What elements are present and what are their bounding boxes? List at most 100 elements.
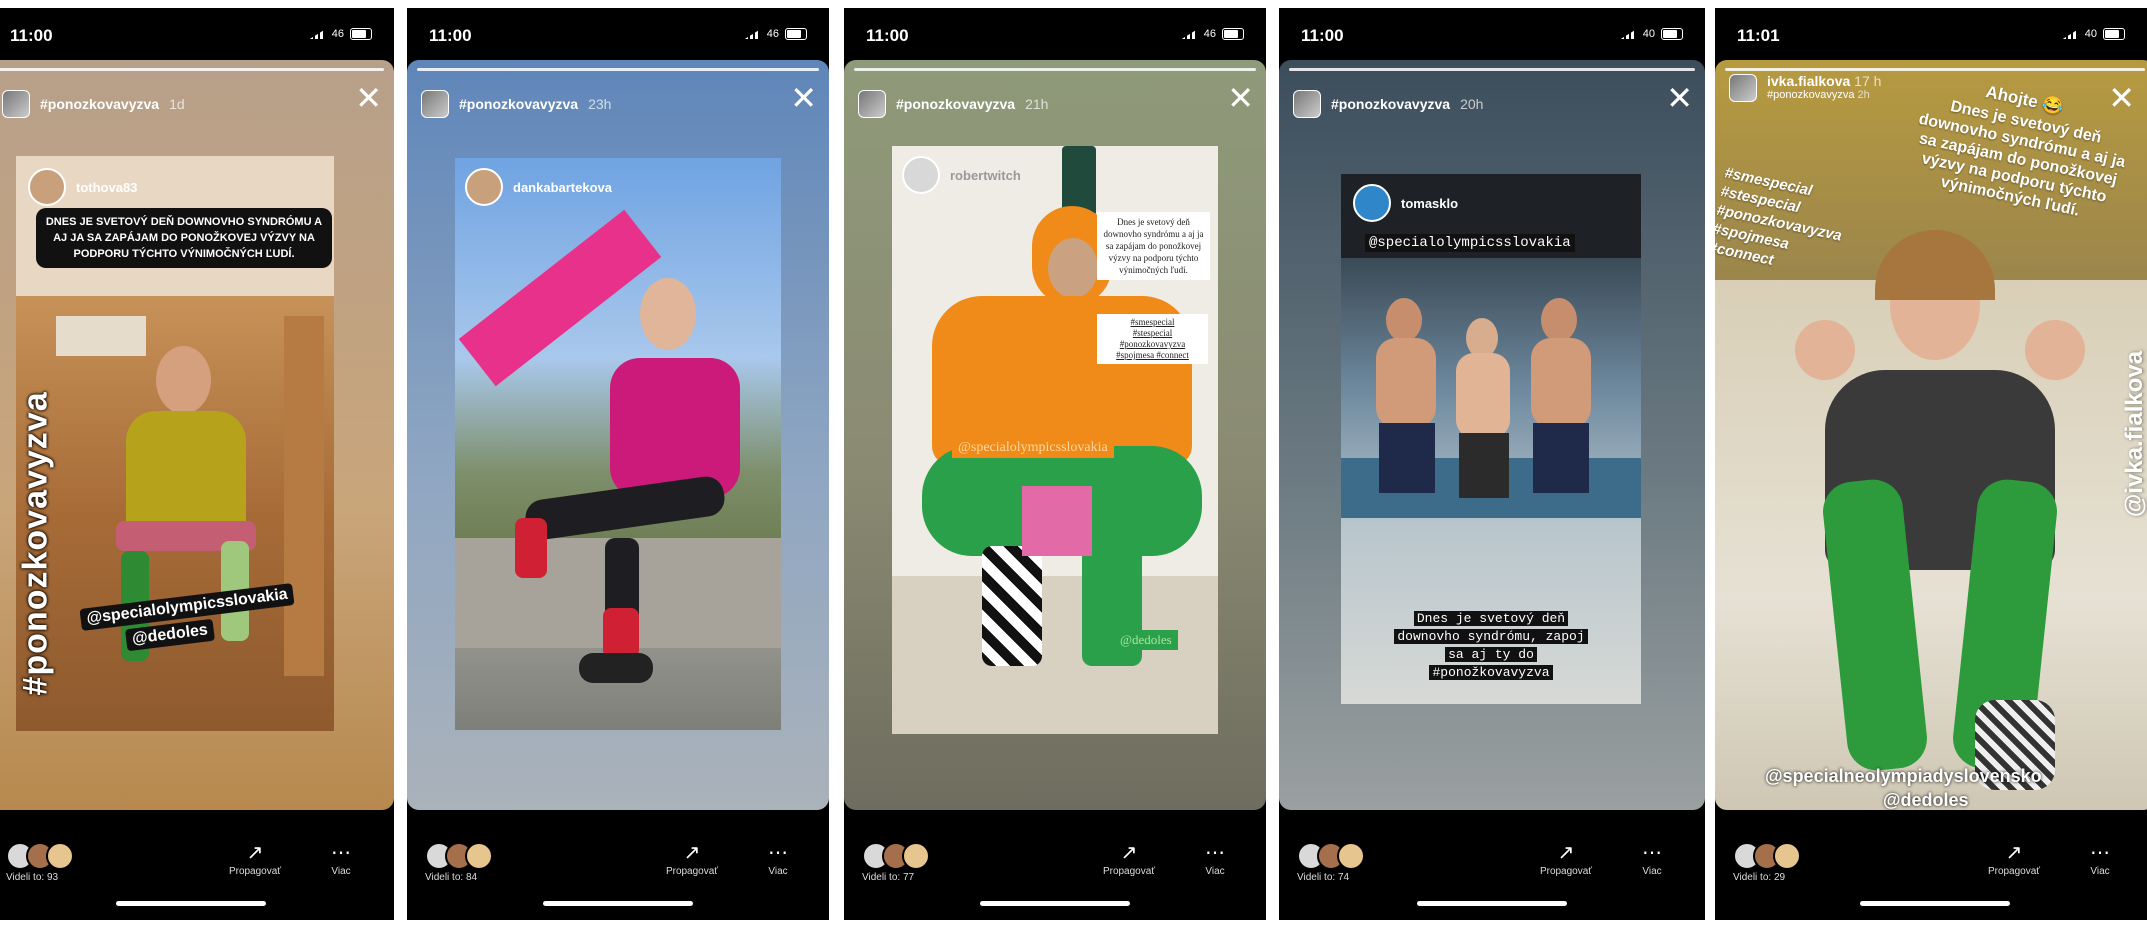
story-header: #ponozkovavyzva 20h xyxy=(1293,84,1691,124)
close-icon[interactable]: ✕ xyxy=(2108,82,2135,114)
viewer-avatars[interactable] xyxy=(1733,842,1801,870)
network-label: 40 xyxy=(1642,28,1655,40)
reposted-post[interactable]: tothova83 DNES JE SVETOVÝ DEŇ DOWNOVHO S… xyxy=(16,156,334,731)
promote-label: Propagovať xyxy=(665,866,719,877)
story-frame[interactable]: #ponozkovavyzva 1d ✕ tothova83 DNES JE S… xyxy=(0,60,394,810)
post-author[interactable]: dankabartekova xyxy=(465,168,612,206)
system-icons: 40 xyxy=(2062,28,2125,40)
story-username[interactable]: ivka.fialkova xyxy=(1767,73,1850,89)
post-author-avatar xyxy=(465,168,503,206)
seen-by-count[interactable]: Videli to: 84 xyxy=(425,872,477,883)
promote-button[interactable]: ↗ Propagovať xyxy=(1094,840,1164,877)
story-hashtag[interactable]: #ponozkovavyzva xyxy=(1767,89,1854,101)
story-avatar[interactable] xyxy=(1293,90,1321,118)
more-button[interactable]: ⋯ Viac xyxy=(2065,840,2135,877)
mention-sticker-2[interactable]: @dedoles xyxy=(1114,630,1178,650)
caption-line: downovho syndrómu, zapoj xyxy=(1349,628,1633,646)
viewer-avatar xyxy=(1337,842,1365,870)
caption-text: sa aj ty do xyxy=(1445,647,1537,662)
story-hashtag[interactable]: #ponozkovavyzva xyxy=(1331,96,1450,112)
story-age: 20h xyxy=(1460,96,1484,112)
tag-line: #stespecial xyxy=(1132,328,1173,338)
caption-sticker[interactable]: Dnes je svetový deň downovho syndrómu, z… xyxy=(1349,610,1633,682)
viewer-avatar xyxy=(46,842,74,870)
home-indicator[interactable] xyxy=(116,901,266,906)
system-icons: 40 xyxy=(1620,28,1683,40)
close-icon[interactable]: ✕ xyxy=(1666,82,1693,114)
more-button[interactable]: ⋯ Viac xyxy=(743,840,813,877)
story-avatar[interactable] xyxy=(2,90,30,118)
more-button[interactable]: ⋯ Viac xyxy=(1180,840,1250,877)
post-author-handle: dankabartekova xyxy=(513,179,612,195)
tag-line: #spojmesa #connect xyxy=(1116,350,1189,360)
seen-by-count[interactable]: Videli to: 77 xyxy=(862,872,914,883)
close-icon[interactable]: ✕ xyxy=(355,82,382,114)
mention-sticker-1[interactable]: @specialolympicsslovakia xyxy=(952,438,1114,458)
signal-icon xyxy=(1620,29,1637,39)
vertical-hashtag-sticker[interactable]: #ponozkovavyzva xyxy=(17,376,56,695)
story-avatar[interactable] xyxy=(858,90,886,118)
mention-sticker-1[interactable]: @specialneolympiadyslovensko xyxy=(1765,766,2042,787)
story-frame[interactable]: #ponozkovavyzva 20h ✕ tomasklo @specialo… xyxy=(1279,60,1705,810)
home-indicator[interactable] xyxy=(1417,901,1567,906)
caption-sticker[interactable]: Dnes je svetový deň downovho syndrómu a … xyxy=(1097,212,1210,280)
post-author[interactable]: tothova83 xyxy=(28,168,137,206)
post-author[interactable]: tomasklo xyxy=(1353,184,1458,222)
post-author-handle: tomasklo xyxy=(1401,195,1459,211)
promote-button[interactable]: ↗ Propagovať xyxy=(220,840,290,877)
seen-by-count[interactable]: Videli to: 74 xyxy=(1297,872,1349,883)
clock: 11:01 xyxy=(1737,26,1780,45)
mention-sticker-2[interactable]: @dedoles xyxy=(1883,790,1969,810)
vertical-handle-sticker[interactable]: @ivka.fialkova xyxy=(2121,314,2147,554)
story-header: #ponozkovavyzva 23h xyxy=(421,84,815,124)
more-button[interactable]: ⋯ Viac xyxy=(306,840,376,877)
story-footer: Videli to: 29 ↗ Propagovať ⋯ Viac xyxy=(1715,810,2147,920)
story-header: #ponozkovavyzva 21h xyxy=(858,84,1252,124)
home-indicator[interactable] xyxy=(1860,901,2010,906)
close-icon[interactable]: ✕ xyxy=(1227,82,1254,114)
promote-button[interactable]: ↗ Propagovať xyxy=(657,840,727,877)
tags-sticker[interactable]: #smespecial #stespecial #ponozkovavyzva … xyxy=(1715,163,1893,291)
trend-arrow-icon: ↗ xyxy=(2005,842,2023,864)
caption-sticker[interactable]: DNES JE SVETOVÝ DEŇ DOWNOVHO SYNDRÓMU A … xyxy=(36,208,332,268)
more-dots-icon: ⋯ xyxy=(2090,842,2110,864)
reposted-post[interactable]: dankabartekova xyxy=(455,158,781,730)
seen-by-count[interactable]: Videli to: 93 xyxy=(6,872,58,883)
viewer-avatars[interactable] xyxy=(6,842,74,870)
status-bar: 11:00 40 xyxy=(1279,8,1705,60)
person-photo xyxy=(1775,230,2105,810)
story-avatar[interactable] xyxy=(421,90,449,118)
battery-icon xyxy=(350,28,372,40)
story-frame[interactable]: ivka.fialkova 17 h #ponozkovavyzva 2h ✕ … xyxy=(1715,60,2147,810)
viewer-avatars[interactable] xyxy=(425,842,493,870)
tags-sticker[interactable]: #smespecial #stespecial #ponozkovavyzva … xyxy=(1097,314,1208,364)
promote-button[interactable]: ↗ Propagovať xyxy=(1531,840,1601,877)
home-indicator[interactable] xyxy=(980,901,1130,906)
status-bar: 11:00 46 xyxy=(0,8,394,60)
story-frame[interactable]: #ponozkovavyzva 21h ✕ robertwitch Dnes j… xyxy=(844,60,1266,810)
caption-text: #ponožkovavyzva xyxy=(1429,665,1553,680)
story-footer: Videli to: 77 ↗ Propagovať ⋯ Viac xyxy=(844,810,1266,920)
home-indicator[interactable] xyxy=(543,901,693,906)
story-age: 23h xyxy=(588,96,612,112)
story-user-block: ivka.fialkova 17 h #ponozkovavyzva 2h xyxy=(1767,74,1881,102)
status-bar: 11:00 46 xyxy=(844,8,1266,60)
seen-by-count[interactable]: Videli to: 29 xyxy=(1733,872,1785,883)
viewer-avatars[interactable] xyxy=(1297,842,1365,870)
story-hashtag[interactable]: #ponozkovavyzva xyxy=(896,96,1015,112)
promote-button[interactable]: ↗ Propagovať xyxy=(1979,840,2049,877)
story-frame[interactable]: #ponozkovavyzva 23h ✕ dankabartekova xyxy=(407,60,829,810)
story-age: 17 h xyxy=(1854,73,1882,89)
story-avatar[interactable] xyxy=(1729,74,1757,102)
reposted-post[interactable]: robertwitch Dnes je svetový deň downovho… xyxy=(892,146,1218,734)
network-label: 46 xyxy=(766,28,779,40)
story-hashtag[interactable]: #ponozkovavyzva xyxy=(459,96,578,112)
system-icons: 46 xyxy=(1181,28,1244,40)
more-button[interactable]: ⋯ Viac xyxy=(1617,840,1687,877)
close-icon[interactable]: ✕ xyxy=(790,82,817,114)
mention-sticker-1[interactable]: @specialolympicsslovakia xyxy=(1365,234,1575,252)
viewer-avatars[interactable] xyxy=(862,842,930,870)
story-hashtag[interactable]: #ponozkovavyzva xyxy=(40,96,159,112)
more-dots-icon: ⋯ xyxy=(1642,842,1662,864)
reposted-post[interactable]: tomasklo @specialolympicsslovakia Dnes j… xyxy=(1341,174,1641,704)
